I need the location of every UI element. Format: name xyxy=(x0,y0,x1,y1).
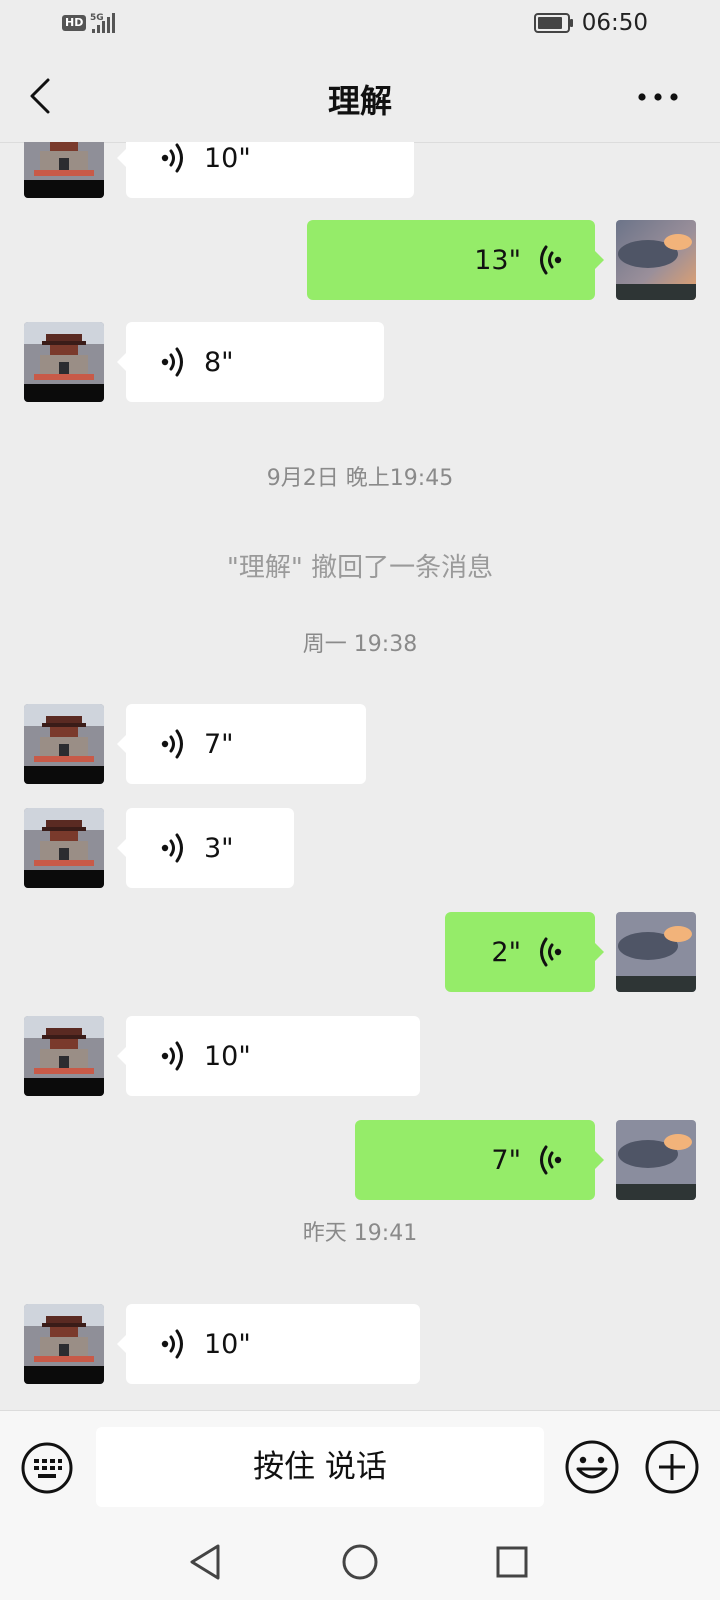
contact-avatar[interactable] xyxy=(24,1016,104,1096)
message-row-incoming: 8" xyxy=(0,322,720,402)
voice-message-bubble[interactable]: 10" xyxy=(117,1304,420,1384)
voice-wave-icon xyxy=(161,1041,183,1071)
nav-home-circle-icon[interactable] xyxy=(338,1540,382,1584)
message-row-incoming: 10" xyxy=(0,1304,720,1384)
voice-duration: 10" xyxy=(204,142,251,174)
voice-message-bubble[interactable]: 13" xyxy=(307,220,604,300)
my-avatar[interactable] xyxy=(616,220,696,300)
timestamp: 9月2日 晚上19:45 xyxy=(266,466,454,491)
gate-tower-avatar-image xyxy=(24,808,104,888)
message-row-incoming: 10" xyxy=(0,1016,720,1096)
contact-avatar[interactable] xyxy=(24,1304,104,1384)
voice-duration: 3" xyxy=(204,832,234,864)
voice-wave-icon xyxy=(540,245,562,275)
contact-avatar[interactable] xyxy=(24,704,104,784)
sunset-sky-avatar-image xyxy=(616,1120,696,1200)
hd-badge: HD xyxy=(62,15,87,31)
my-avatar[interactable] xyxy=(616,1120,696,1200)
recall-notice: "理解" 撤回了一条消息 xyxy=(226,553,494,583)
voice-message-bubble[interactable]: 7" xyxy=(117,704,366,784)
voice-message-bubble[interactable]: 2" xyxy=(445,912,604,992)
voice-duration: 7" xyxy=(491,1144,521,1176)
hold-to-talk-button[interactable]: 按住 说话 xyxy=(96,1427,544,1507)
sunset-sky-avatar-image xyxy=(616,912,696,992)
voice-message-bubble[interactable]: 3" xyxy=(117,808,294,888)
sunset-sky-avatar-image xyxy=(616,220,696,300)
message-list[interactable]: 10" 13" 8" 9月2日 晚上19:45 "理解" 撤回了一条消息 周一 … xyxy=(0,142,720,1410)
message-row-outgoing: 7" xyxy=(0,1120,720,1200)
chat-title: 理解 xyxy=(327,82,392,120)
voice-wave-icon xyxy=(540,937,562,967)
more-dots-icon[interactable] xyxy=(636,90,680,104)
network-type-label: 5G xyxy=(90,13,104,23)
my-avatar[interactable] xyxy=(616,912,696,992)
message-row-incoming: 10" xyxy=(0,142,720,198)
nav-back-triangle-icon[interactable] xyxy=(184,1540,228,1584)
chat-header: 理解 xyxy=(0,50,720,143)
voice-wave-icon xyxy=(161,347,183,377)
timestamp: 昨天 19:41 xyxy=(302,1221,418,1246)
voice-duration: 2" xyxy=(491,936,521,968)
plus-icon[interactable] xyxy=(644,1439,700,1495)
voice-wave-icon xyxy=(540,1145,562,1175)
clock: 06:50 xyxy=(581,10,648,36)
network-indicator: HD 5G xyxy=(62,12,118,34)
contact-avatar[interactable] xyxy=(24,142,104,198)
voice-wave-icon xyxy=(161,833,183,863)
voice-message-bubble[interactable]: 10" xyxy=(117,142,414,198)
gate-tower-avatar-image xyxy=(24,1304,104,1384)
nav-recents-square-icon[interactable] xyxy=(490,1540,534,1584)
gate-tower-avatar-image xyxy=(24,142,104,198)
voice-message-bubble[interactable]: 10" xyxy=(117,1016,420,1096)
voice-wave-icon xyxy=(161,729,183,759)
timestamp: 周一 19:38 xyxy=(302,632,418,657)
voice-wave-icon xyxy=(161,1329,183,1359)
keyboard-icon[interactable] xyxy=(20,1441,74,1495)
voice-duration: 10" xyxy=(204,1040,251,1072)
signal-5g-icon: 5G xyxy=(90,13,116,33)
voice-wave-icon xyxy=(161,143,183,173)
voice-message-bubble[interactable]: 7" xyxy=(355,1120,604,1200)
input-bar: 按住 说话 xyxy=(0,1410,720,1521)
message-row-incoming: 3" xyxy=(0,808,720,888)
message-row-outgoing: 2" xyxy=(0,912,720,992)
voice-duration: 8" xyxy=(204,346,234,378)
voice-duration: 13" xyxy=(474,244,521,276)
gate-tower-avatar-image xyxy=(24,704,104,784)
status-bar: HD 5G 06:50 xyxy=(0,0,720,50)
gate-tower-avatar-image xyxy=(24,1016,104,1096)
contact-avatar[interactable] xyxy=(24,808,104,888)
message-row-outgoing: 13" xyxy=(0,220,720,300)
voice-duration: 10" xyxy=(204,1328,251,1360)
message-row-incoming: 7" xyxy=(0,704,720,784)
gate-tower-avatar-image xyxy=(24,322,104,402)
battery-icon xyxy=(533,13,573,33)
contact-avatar[interactable] xyxy=(24,322,104,402)
voice-duration: 7" xyxy=(204,728,234,760)
system-nav-bar xyxy=(0,1520,720,1600)
voice-message-bubble[interactable]: 8" xyxy=(117,322,384,402)
emoji-icon[interactable] xyxy=(564,1439,620,1495)
